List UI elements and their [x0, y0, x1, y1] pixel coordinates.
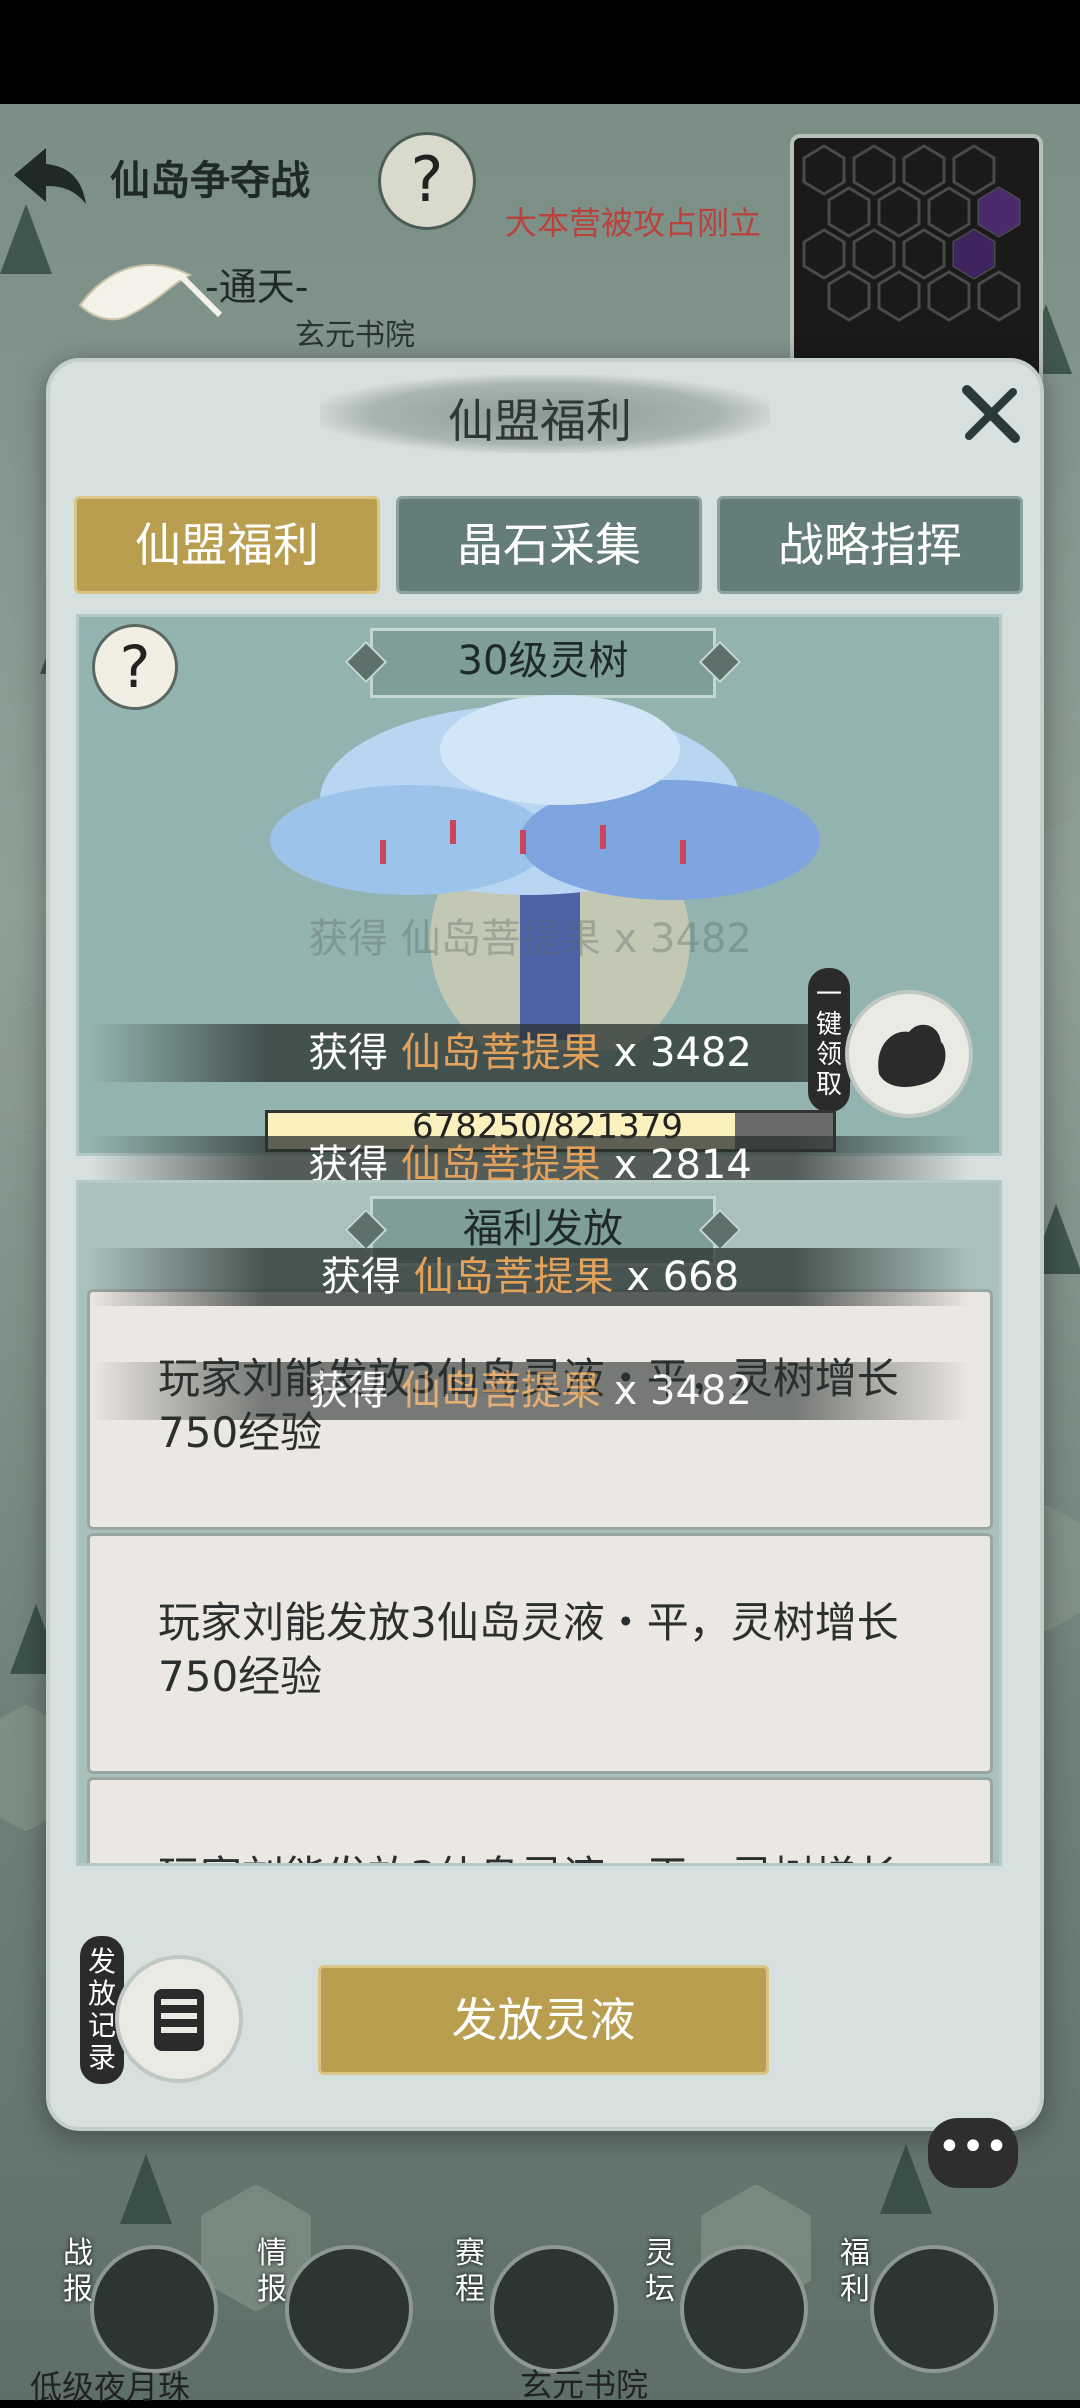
- reward-item: 仙岛菩提果: [413, 1254, 614, 1300]
- entry-text: 玩家刘能发放3仙岛灵液・平，灵树增长: [158, 1850, 938, 1863]
- list-item: 玩家刘能发放3仙岛灵液・平，灵树增长: [87, 1777, 993, 1863]
- nav-label: 灵坛: [645, 2236, 675, 2307]
- back-arrow-icon[interactable]: [10, 140, 90, 210]
- nav-label: 赛程: [455, 2236, 485, 2307]
- dialog-title: 仙盟福利: [448, 394, 632, 448]
- nav-schedule-button[interactable]: [490, 2245, 618, 2373]
- scroll-record-icon[interactable]: [115, 1955, 243, 2083]
- notice-text: 大本营被攻占刚立: [505, 204, 762, 242]
- tree-level-title: 30级灵树: [370, 628, 716, 698]
- tab-crystal-gathering[interactable]: 晶石采集: [396, 496, 702, 594]
- chat-bubble-icon[interactable]: •••: [928, 2118, 1018, 2188]
- list-item: 玩家刘能发放3仙岛灵液・平，灵树增长750经验: [87, 1533, 993, 1774]
- nav-label: 情报: [257, 2236, 287, 2307]
- nav-label: 战报: [63, 2236, 93, 2307]
- reward-prefix: 获得: [320, 1254, 401, 1300]
- page-title: 仙岛争夺战: [110, 158, 310, 204]
- minimap[interactable]: [790, 134, 1043, 387]
- collect-all-label: 一键领取: [808, 968, 850, 1112]
- bottom-school-label: 玄元书院: [520, 2366, 649, 2404]
- reward-prefix: 获得: [308, 1030, 389, 1076]
- help-icon[interactable]: ?: [378, 132, 476, 230]
- entry-text: 玩家刘能发放3仙岛灵液・平，灵树增长750经验: [158, 1598, 899, 1701]
- nav-intel-button[interactable]: [285, 2245, 413, 2373]
- reward-qty: x 668: [626, 1254, 740, 1300]
- nav-altar-button[interactable]: [680, 2245, 808, 2373]
- reward-qty: x 3482: [613, 1368, 752, 1414]
- guild-school: 玄元书院: [295, 318, 415, 353]
- close-icon[interactable]: [955, 380, 1025, 450]
- nav-battle-report-button[interactable]: [90, 2245, 218, 2373]
- nav-label: 福利: [840, 2236, 870, 2307]
- reward-prefix: 获得: [308, 1368, 389, 1414]
- reward-qty: x 3482: [613, 1030, 752, 1076]
- reward-item: 仙岛菩提果: [400, 1368, 601, 1414]
- reward-popup: 获得 仙岛菩提果 x 3482: [90, 1362, 970, 1420]
- tree-help-icon[interactable]: ?: [92, 624, 178, 710]
- guild-name: -通天-: [205, 265, 309, 309]
- spirit-tree-image: [270, 695, 820, 1050]
- reward-popup: 获得 仙岛菩提果 x 668: [90, 1248, 970, 1306]
- reward-item: 仙岛菩提果: [400, 1030, 601, 1076]
- reward-popup-faded: 获得 仙岛菩提果 x 3482: [308, 916, 752, 962]
- pine-tree-decor: [120, 2154, 172, 2224]
- collect-hand-icon[interactable]: [845, 990, 973, 1118]
- nav-welfare-button[interactable]: [870, 2245, 998, 2373]
- pine-tree-decor: [880, 2144, 932, 2214]
- tab-alliance-welfare[interactable]: 仙盟福利: [74, 496, 380, 594]
- bottom-level-label: 低级夜月珠: [30, 2368, 191, 2406]
- distribute-liquid-button[interactable]: 发放灵液: [318, 1965, 769, 2075]
- pine-tree-decor: [0, 204, 52, 274]
- tab-strategy-command[interactable]: 战略指挥: [717, 496, 1023, 594]
